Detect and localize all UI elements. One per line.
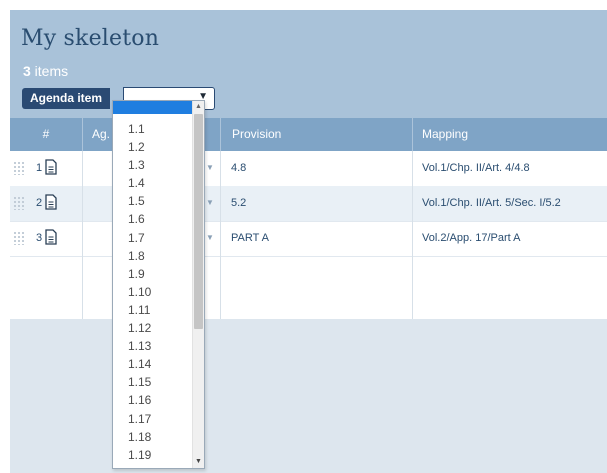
- table-row[interactable]: 1 ▼ 4.8 Vol.1/Chp. II/Art. 4/4.8: [10, 151, 607, 187]
- dropdown-option[interactable]: 1.16: [113, 391, 192, 409]
- scrollbar-thumb[interactable]: [194, 114, 203, 329]
- dropdown-option[interactable]: 1.19: [113, 446, 192, 464]
- dropdown-option[interactable]: 1.17: [113, 410, 192, 428]
- dropdown-option[interactable]: 1.13: [113, 337, 192, 355]
- scroll-up-icon[interactable]: ▲: [195, 103, 202, 110]
- drag-handle-icon[interactable]: [13, 161, 25, 175]
- column-divider: [220, 118, 221, 151]
- dropdown-option[interactable]: 1.5: [113, 192, 192, 210]
- dropdown-option[interactable]: 1.4: [113, 174, 192, 192]
- dropdown-option[interactable]: 1.10: [113, 283, 192, 301]
- column-header-mapping[interactable]: Mapping: [422, 118, 468, 151]
- dropdown-option-selected[interactable]: [113, 101, 192, 114]
- table-header: # Ag. Provision Mapping: [10, 118, 607, 151]
- dropdown-option-list: 1.1 1.2 1.3 1.4 1.5 1.6 1.7 1.8 1.9 1.10 1.11 1.12 1…: [113, 120, 192, 464]
- column-divider: [412, 151, 413, 319]
- dropdown-option[interactable]: 1.12: [113, 319, 192, 337]
- column-divider: [220, 151, 221, 319]
- row-mapping: Vol.1/Chp. II/Art. 5/Sec. I/5.2: [422, 197, 561, 209]
- column-header-number[interactable]: #: [10, 118, 82, 151]
- row-mapping: Vol.2/App. 17/Part A: [422, 232, 521, 244]
- row-provision: PART A: [231, 232, 269, 244]
- dropdown-option[interactable]: 1.6: [113, 210, 192, 228]
- document-icon[interactable]: [44, 159, 58, 175]
- row-number: 1: [36, 162, 43, 174]
- drag-handle-icon[interactable]: [13, 231, 25, 245]
- skeleton-app: My skeleton 3 items Agenda item ▼ # Ag. …: [0, 0, 607, 473]
- item-count-number: 3: [23, 63, 31, 79]
- dropdown-scrollbar[interactable]: ▲ ▼: [192, 101, 204, 468]
- table-row[interactable]: 3 ▼ PART A Vol.2/App. 17/Part A: [10, 221, 607, 257]
- item-count: 3 items: [23, 63, 68, 79]
- dropdown-option[interactable]: 1.1: [113, 120, 192, 138]
- column-divider: [82, 118, 83, 151]
- document-icon[interactable]: [44, 194, 58, 210]
- chevron-down-icon: ▼: [206, 233, 214, 242]
- table-body: 1 ▼ 4.8 Vol.1/Chp. II/Art. 4/4.8 2 ▼ 5.2…: [10, 151, 607, 319]
- page-title: My skeleton: [21, 26, 160, 51]
- dropdown-option[interactable]: 1.9: [113, 265, 192, 283]
- skeleton-header: My skeleton 3 items Agenda item ▼: [10, 10, 607, 118]
- chevron-down-icon: ▼: [206, 198, 214, 207]
- row-provision: 4.8: [231, 162, 247, 174]
- dropdown-option[interactable]: 1.11: [113, 301, 192, 319]
- dropdown-option[interactable]: 1.2: [113, 138, 192, 156]
- dropdown-option[interactable]: 1.18: [113, 428, 192, 446]
- dropdown-option[interactable]: 1.8: [113, 247, 192, 265]
- drag-handle-icon[interactable]: [13, 196, 25, 210]
- agenda-item-dropdown[interactable]: 1.1 1.2 1.3 1.4 1.5 1.6 1.7 1.8 1.9 1.10 1.11 1.12 1…: [112, 100, 205, 469]
- column-header-provision[interactable]: Provision: [232, 118, 281, 151]
- dropdown-option[interactable]: 1.7: [113, 229, 192, 247]
- row-number: 3: [36, 232, 43, 244]
- dropdown-option[interactable]: 1.15: [113, 373, 192, 391]
- scroll-down-icon[interactable]: ▼: [195, 458, 202, 465]
- dropdown-option[interactable]: 1.3: [113, 156, 192, 174]
- skeleton-table: # Ag. Provision Mapping 1 ▼ 4.8 Vol.1/Ch…: [10, 118, 607, 473]
- column-divider: [82, 151, 83, 319]
- item-count-label: items: [30, 63, 69, 79]
- table-row[interactable]: 2 ▼ 5.2 Vol.1/Chp. II/Art. 5/Sec. I/5.2: [10, 186, 607, 222]
- chevron-down-icon: ▼: [206, 163, 214, 172]
- row-mapping: Vol.1/Chp. II/Art. 4/4.8: [422, 162, 530, 174]
- dropdown-option[interactable]: 1.14: [113, 355, 192, 373]
- document-icon[interactable]: [44, 229, 58, 245]
- column-divider: [412, 118, 413, 151]
- row-number: 2: [36, 197, 43, 209]
- row-provision: 5.2: [231, 197, 247, 209]
- agenda-item-filter-label: Agenda item: [22, 88, 111, 109]
